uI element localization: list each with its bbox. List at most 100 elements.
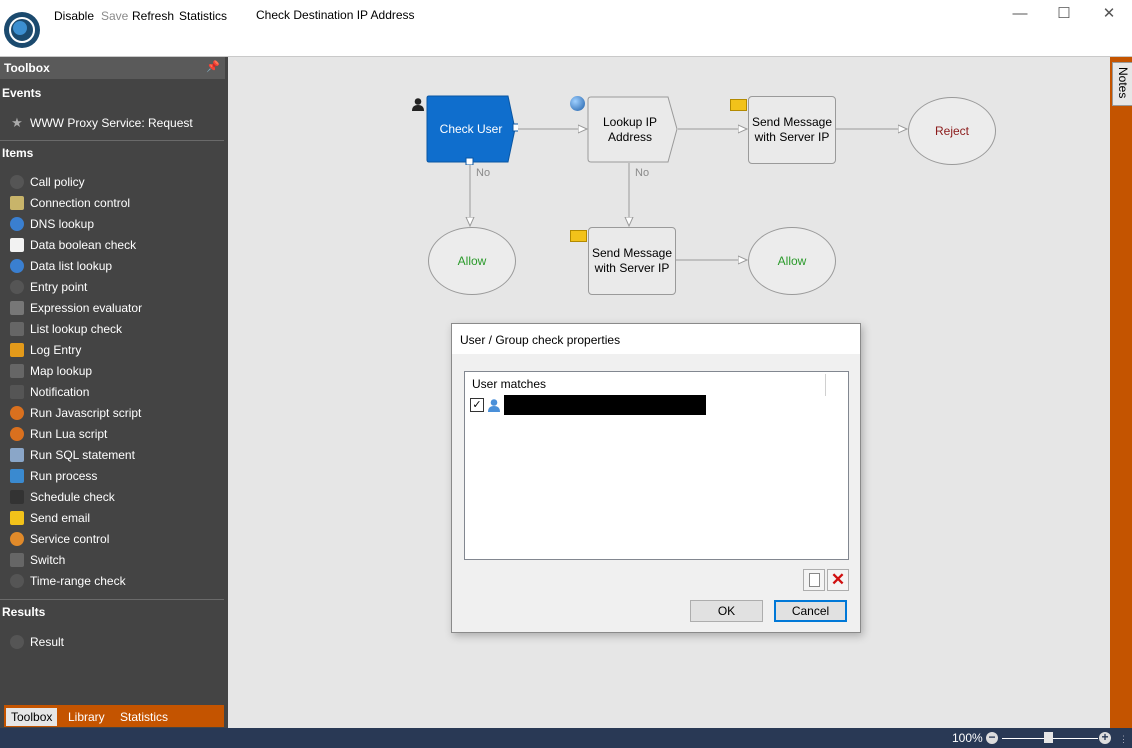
toolbox-item[interactable]: Run Javascript script [10,403,225,423]
user-match-checkbox[interactable]: ✓ [470,398,484,412]
node-send-message[interactable]: Send Message with Server IP [588,227,676,295]
toolbox-item-label: Data boolean check [30,238,137,252]
service-gear-icon [10,532,24,546]
gear-icon [10,427,24,441]
toolbox-item[interactable]: Entry point [10,277,225,297]
toolbox-item[interactable]: Expression evaluator [10,298,225,318]
toolbox-item-label: Result [30,635,65,649]
results-heading: Results [2,605,46,619]
toolbox-item-label: DNS lookup [30,217,95,231]
node-allow[interactable]: Allow [428,227,516,295]
node-reject[interactable]: Reject [908,97,996,165]
user-matches-list[interactable]: User matches ✓ [464,371,849,560]
event-item[interactable]: ★ WWW Proxy Service: Request [10,113,225,133]
cancel-button[interactable]: Cancel [774,600,847,622]
zoom-out-button[interactable]: − [986,731,998,744]
edge-label-no: No [476,167,491,179]
node-check-user[interactable]: Check User [427,96,515,162]
toolbox-item[interactable]: Map lookup [10,361,225,381]
toolbox-item-label: Run Lua script [30,427,108,441]
node-allow[interactable]: Allow [748,227,836,295]
delete-entry-button[interactable]: ✕ [827,569,849,591]
clock-icon [10,574,24,588]
call-policy-icon [10,175,24,189]
toolbox-item[interactable]: Notification [10,382,225,402]
pin-icon[interactable]: 📌 [206,60,220,73]
toolbox-item[interactable]: Schedule check [10,487,225,507]
toolbox-item-label: Entry point [30,280,88,294]
toolbox-item[interactable]: Run process [10,466,225,486]
list-icon [10,322,24,336]
column-header-user-matches[interactable]: User matches [472,377,546,391]
minimize-icon[interactable]: — [1012,6,1028,22]
toolbox-item-label: List lookup check [30,322,123,336]
statistics-button[interactable]: Statistics [179,9,227,23]
star-icon: ★ [11,115,23,130]
toolbox-panel: Toolbox 📌 Events ★ WWW Proxy Service: Re… [0,57,228,728]
toolbox-title: Toolbox [4,61,50,75]
gear-icon [10,406,24,420]
toolbox-item-label: Schedule check [30,490,115,504]
toolbox-item[interactable]: Data boolean check [10,235,225,255]
zoom-level: 100% [952,731,983,745]
globe-list-icon [10,259,24,273]
log-icon [10,343,24,357]
toolbox-tabs: Toolbox Library Statistics [4,705,224,727]
disable-button[interactable]: Disable [54,9,94,23]
node-lookup-ip[interactable]: Lookup IP Address [590,97,670,163]
map-icon [10,364,24,378]
notes-label: Notes [1116,67,1130,99]
window-title: Check Destination IP Address [256,8,415,22]
tab-library[interactable]: Library [63,708,110,726]
ok-button[interactable]: OK [690,600,763,622]
toolbox-item[interactable]: Run SQL statement [10,445,225,465]
toolbox-item-label: Expression evaluator [30,301,143,315]
redacted-user-name[interactable] [504,395,706,415]
toolbox-item[interactable]: DNS lookup [10,214,225,234]
user-icon [411,97,425,111]
toolbox-item-label: Connection control [30,196,131,210]
save-button[interactable]: Save [101,9,128,23]
new-entry-button[interactable] [803,569,825,591]
calendar-icon [10,490,24,504]
column-divider[interactable] [825,374,826,396]
toolbox-item[interactable]: Service control [10,529,225,549]
toolbox-item[interactable]: List lookup check [10,319,225,339]
zoom-slider-thumb[interactable] [1044,732,1053,743]
entry-point-icon [10,280,24,294]
toolbox-item-label: Service control [30,532,110,546]
toolbox-item-label: Notification [30,385,90,399]
toolbox-item-label: Send email [30,511,91,525]
maximize-icon[interactable]: ☐ [1056,6,1072,22]
toolbox-item[interactable]: Time-range check [10,571,225,591]
toolbox-item[interactable]: Call policy [10,172,225,192]
toolbox-item-result[interactable]: Result [10,632,225,652]
tab-toolbox[interactable]: Toolbox [6,708,58,726]
toolbox-item[interactable]: Data list lookup [10,256,225,276]
node-send-message[interactable]: Send Message with Server IP [748,96,836,164]
toolbox-item[interactable]: Send email [10,508,225,528]
edge-label-no: No [635,167,650,179]
zoom-in-button[interactable]: + [1099,731,1111,744]
toolbox-item[interactable]: Run Lua script [10,424,225,444]
tab-statistics[interactable]: Statistics [115,708,173,726]
boolean-check-icon [10,238,24,252]
app-logo-icon[interactable] [4,12,40,48]
events-heading: Events [2,86,42,100]
database-icon [10,448,24,462]
close-icon[interactable]: ✕ [1101,6,1117,22]
toolbox-item-label: Log Entry [30,343,82,357]
envelope-icon [730,99,747,111]
toolbox-item[interactable]: Switch [10,550,225,570]
resize-grip-icon[interactable]: ⋮ [1119,734,1129,744]
process-icon [10,469,24,483]
event-item-label: WWW Proxy Service: Request [30,116,193,130]
toolbox-item[interactable]: Log Entry [10,340,225,360]
notes-tab[interactable]: Notes [1112,62,1132,106]
refresh-button[interactable]: Refresh [132,9,174,23]
new-document-icon [809,573,820,587]
toolbox-item[interactable]: Connection control [10,193,225,213]
pen-icon [10,301,24,315]
dialog-title-bar: User / Group check properties [452,324,860,354]
user-icon [487,398,501,412]
